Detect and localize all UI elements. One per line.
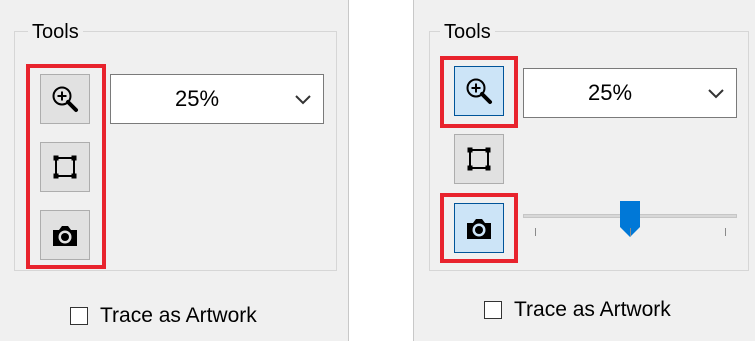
camera-icon (53, 226, 77, 246)
chevron-down-icon (295, 95, 311, 105)
zoom-level-dropdown[interactable]: 25% (523, 68, 737, 118)
chevron-down-icon (708, 89, 724, 99)
camera-icon (467, 219, 491, 239)
trace-as-artwork-option[interactable]: Trace as Artwork (484, 298, 671, 322)
group-title: Tools (28, 20, 83, 44)
slider-tick (725, 228, 726, 236)
zoom-tool-button[interactable] (40, 74, 90, 124)
crop-tool-button[interactable] (40, 142, 90, 192)
zoom-tool-button[interactable] (454, 66, 504, 116)
capture-tool-button[interactable] (454, 203, 504, 253)
zoom-slider[interactable] (523, 200, 737, 240)
capture-tool-button[interactable] (40, 210, 90, 260)
crop-square-icon (53, 155, 77, 179)
zoom-level-dropdown[interactable]: 25% (110, 74, 324, 124)
zoom-level-value: 25% (174, 86, 220, 111)
trace-as-artwork-checkbox[interactable] (70, 307, 88, 325)
tools-panel-left: Tools 25% Trace as Artwork (0, 0, 349, 341)
tools-panel-right: Tools 25% Trace as Artwork (413, 0, 755, 341)
zoom-level-value: 25% (587, 80, 633, 105)
trace-as-artwork-label: Trace as Artwork (514, 298, 671, 321)
crop-square-icon (467, 147, 491, 171)
group-title: Tools (440, 20, 495, 44)
trace-as-artwork-checkbox[interactable] (484, 301, 502, 319)
trace-as-artwork-option[interactable]: Trace as Artwork (70, 304, 257, 328)
slider-tick (630, 228, 631, 236)
trace-as-artwork-label: Trace as Artwork (100, 304, 257, 327)
slider-tick (535, 228, 536, 236)
zoom-in-icon (466, 78, 492, 104)
zoom-in-icon (52, 86, 78, 112)
crop-tool-button[interactable] (454, 134, 504, 184)
